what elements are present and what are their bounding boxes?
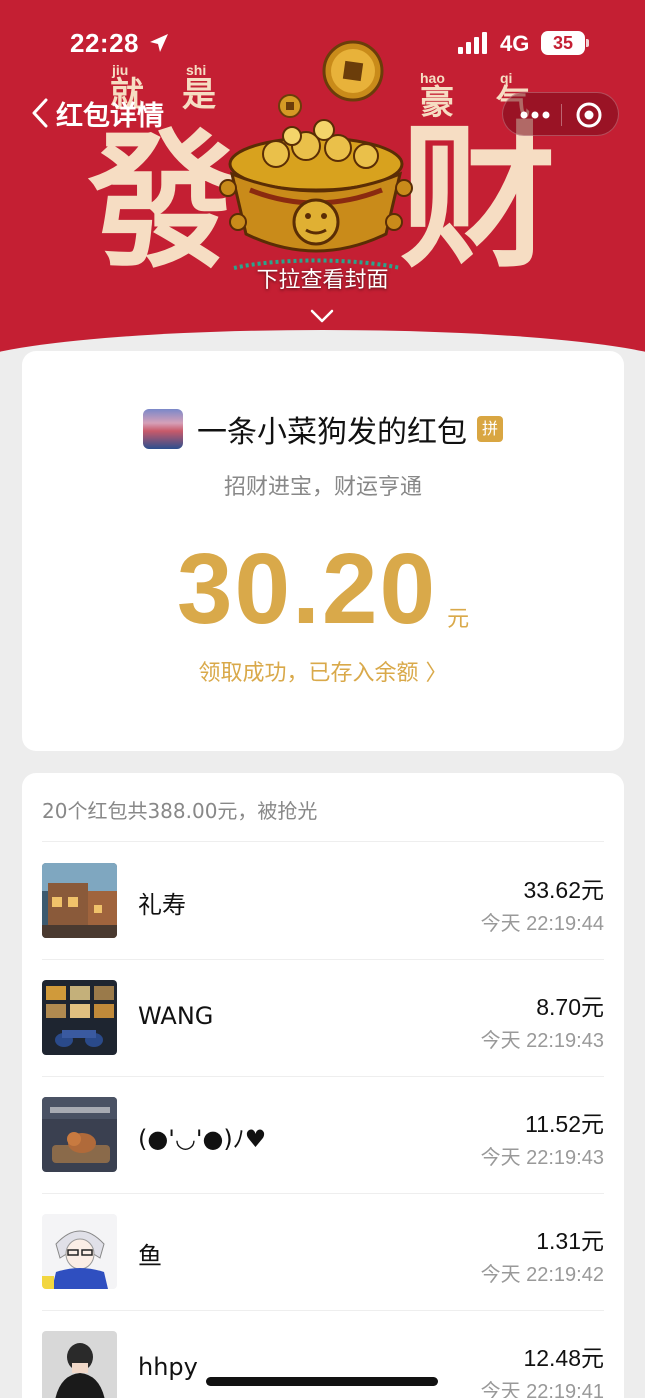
packet-card: 一条小菜狗发的红包 拼 招财进宝，财运亨通 30.20 元 领取成功，已存入余额… — [22, 351, 624, 751]
amount-unit: 元 — [447, 607, 470, 632]
person-dark-avatar — [42, 1331, 117, 1398]
shelf-motorbike-avatar — [42, 980, 117, 1055]
battery-icon: 35 — [541, 31, 585, 55]
record-name: 鱼 — [138, 1242, 162, 1270]
balance-link[interactable]: 领取成功，已存入余额 〉 — [22, 655, 624, 687]
record-amount: 1.31元 — [536, 1228, 604, 1254]
divider — [42, 841, 604, 842]
deco-cai-char: 财 — [400, 107, 556, 289]
amount-row: 30.20 元 — [22, 539, 624, 639]
list-item[interactable]: WANG 8.70元 今天 22:19:43 — [42, 960, 604, 1077]
record-amount: 8.70元 — [536, 994, 604, 1020]
avatar[interactable] — [42, 1097, 117, 1172]
location-arrow-icon — [150, 34, 168, 52]
network-label: 4G — [500, 31, 530, 56]
record-time: 今天 22:19:42 — [480, 1264, 604, 1286]
avatar[interactable] — [42, 1331, 117, 1398]
list-item[interactable]: 鱼 1.31元 今天 22:19:42 — [42, 1194, 604, 1311]
record-amount: 12.48元 — [523, 1345, 604, 1371]
record-amount: 11.52元 — [525, 1111, 604, 1137]
home-indicator[interactable] — [206, 1377, 438, 1386]
status-time: 22:28 — [70, 28, 139, 58]
record-amount: 33.62元 — [523, 877, 604, 903]
record-name: hhpy — [138, 1353, 198, 1381]
chevron-down-icon — [310, 309, 334, 323]
status-bar: 22:28 4G 35 — [0, 0, 645, 88]
record-name: WANG — [138, 1002, 214, 1030]
pin-badge: 拼 — [477, 416, 503, 442]
pull-cover-hint: 下拉查看封面 — [256, 268, 389, 293]
more-icon[interactable] — [519, 106, 551, 124]
record-name: 礼寿 — [138, 891, 186, 919]
avatar[interactable] — [42, 863, 117, 938]
battery-tip — [586, 39, 589, 47]
treasure-bowl-icon — [219, 119, 413, 270]
signal-icon — [458, 32, 487, 54]
record-name: (●'◡'●)ﾉ♥ — [138, 1125, 267, 1153]
back-button[interactable]: 红包详情 — [30, 96, 164, 132]
sender-avatar — [143, 409, 183, 449]
record-time: 今天 22:19:44 — [480, 913, 604, 935]
page-title: 红包详情 — [56, 100, 164, 132]
sender-row: 一条小菜狗发的红包 拼 — [22, 407, 624, 451]
received-amount: 30.20 — [176, 533, 438, 645]
capsule-divider — [561, 104, 562, 126]
blessing-text: 招财进宝，财运亨通 — [223, 475, 422, 500]
avatar[interactable] — [42, 1214, 117, 1289]
miniprogram-capsule — [502, 92, 619, 136]
record-time: 今天 22:19:43 — [480, 1030, 604, 1052]
deco-fa-char: 發 — [88, 116, 236, 288]
close-target-icon[interactable] — [575, 101, 603, 129]
avatar[interactable] — [42, 980, 117, 1055]
list-item[interactable]: 礼寿 33.62元 今天 22:19:44 — [42, 843, 604, 960]
records-summary: 20个红包共388.00元，被抢光 — [42, 799, 318, 823]
street-scene-avatar — [42, 863, 117, 938]
record-time: 今天 22:19:41 — [480, 1381, 604, 1398]
sender-title: 一条小菜狗发的红包 — [197, 415, 467, 450]
small-coin-icon — [278, 94, 302, 118]
list-item[interactable]: (●'◡'●)ﾉ♥ 11.52元 今天 22:19:43 — [42, 1077, 604, 1194]
record-time: 今天 22:19:43 — [480, 1147, 604, 1169]
anime-boy-avatar — [42, 1214, 117, 1289]
records-card: 20个红包共388.00元，被抢光 礼寿 33.62元 今天 22:19:44 — [22, 773, 624, 1398]
chevron-left-icon — [32, 98, 48, 128]
cartoon-cat-avatar — [42, 1097, 117, 1172]
